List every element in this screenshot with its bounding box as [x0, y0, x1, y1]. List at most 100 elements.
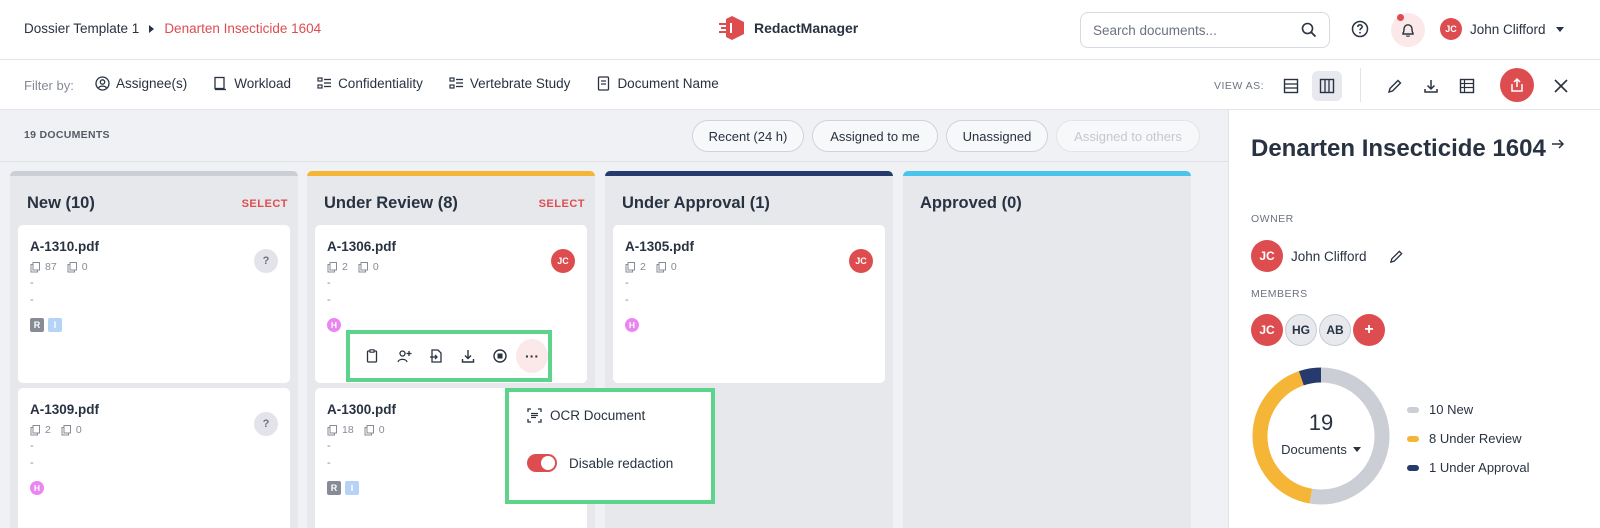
edit-dossier-button[interactable]: [1380, 71, 1410, 101]
search-box: [1080, 12, 1330, 48]
select-button[interactable]: SELECT: [242, 198, 288, 210]
tags: H: [30, 481, 44, 495]
download-button[interactable]: [1416, 71, 1446, 101]
document-card[interactable]: A-1305.pdf 2 0 - - JC H: [613, 225, 885, 383]
unassigned-badge[interactable]: ?: [254, 412, 278, 436]
breadcrumb-template[interactable]: Dossier Template 1: [24, 21, 139, 36]
notifications-button[interactable]: [1391, 13, 1425, 47]
disable-redaction-toggle[interactable]: [527, 454, 557, 472]
notification-dot: [1397, 14, 1404, 21]
member-avatar[interactable]: JC: [1251, 314, 1283, 346]
filter-vertebrate-study[interactable]: Vertebrate Study: [449, 76, 570, 91]
spreadsheet-button[interactable]: [1452, 71, 1482, 101]
clipboard-button[interactable]: [356, 339, 388, 373]
pencil-icon: [1387, 78, 1403, 94]
document-stats: 18 0: [327, 424, 395, 436]
bell-icon: [1400, 22, 1416, 38]
share-icon: [1509, 77, 1525, 93]
top-bar: Dossier Template 1 Denarten Insecticide …: [0, 0, 1600, 60]
board-view-button[interactable]: [1312, 71, 1342, 101]
document-name: A-1310.pdf: [30, 239, 100, 254]
annotations-icon: [656, 261, 667, 273]
placeholder-dash: -: [327, 277, 331, 289]
filter-assignee[interactable]: Assignee(s): [95, 76, 187, 91]
stop-icon: [493, 349, 507, 363]
tag-redacted: R: [30, 318, 44, 332]
close-icon: [1553, 78, 1569, 94]
stop-button[interactable]: [484, 339, 516, 373]
annotation-count: 0: [378, 424, 385, 436]
document-stats: 2 0: [625, 261, 687, 273]
quick-filter-unassigned[interactable]: Unassigned: [946, 120, 1048, 152]
assignee-avatar[interactable]: JC: [849, 249, 873, 273]
columns-icon: [1319, 78, 1335, 94]
pencil-icon[interactable]: [1389, 249, 1404, 264]
document-card[interactable]: A-1309.pdf 2 0 - - ? H: [18, 388, 290, 528]
legend-label: 1 Under Approval: [1429, 460, 1530, 475]
page-count: 87: [45, 261, 57, 273]
annotations-icon: [358, 261, 369, 273]
placeholder-dash: -: [625, 294, 629, 306]
filter-confidentiality[interactable]: Confidentiality: [317, 76, 423, 91]
legend-item[interactable]: 8 Under Review: [1407, 424, 1529, 453]
more-actions-button[interactable]: ···: [516, 339, 548, 373]
assignee-avatar[interactable]: JC: [551, 249, 575, 273]
quick-filter-recent[interactable]: Recent (24 h): [692, 120, 804, 152]
quick-filter-assigned-to-others[interactable]: Assigned to others: [1056, 120, 1200, 152]
legend-item[interactable]: 10 New: [1407, 395, 1529, 424]
tag-redacted: R: [327, 481, 341, 495]
brand-logo[interactable]: RedactManager: [718, 14, 858, 42]
add-user-icon: [396, 349, 412, 363]
quick-filter-assigned-to-me[interactable]: Assigned to me: [812, 120, 938, 152]
clipboard-icon: [365, 349, 379, 363]
member-avatar[interactable]: AB: [1319, 314, 1351, 346]
list-view-button[interactable]: [1276, 71, 1306, 101]
document-name: A-1305.pdf: [625, 239, 695, 254]
close-button[interactable]: [1546, 71, 1576, 101]
document-card[interactable]: A-1310.pdf 87 0 - - ? R I: [18, 225, 290, 383]
breadcrumb-dossier[interactable]: Denarten Insecticide 1604: [164, 21, 321, 36]
assign-button[interactable]: [388, 339, 420, 373]
placeholder-dash: -: [327, 457, 331, 469]
menu-item-ocr[interactable]: OCR Document: [527, 408, 645, 423]
placeholder-dash: -: [327, 440, 331, 452]
menu-item-disable-redaction-label: Disable redaction: [569, 455, 674, 471]
annotation-count: 0: [75, 424, 82, 436]
annotation-count: 0: [372, 261, 379, 273]
owner-name: John Clifford: [1291, 248, 1367, 264]
column-title: Approved (0): [920, 194, 1022, 212]
download-document-button[interactable]: [452, 339, 484, 373]
donut-total: 19: [1308, 410, 1334, 435]
search-icon[interactable]: [1301, 22, 1317, 38]
tag-info: I: [345, 481, 359, 495]
filter-document-name[interactable]: Document Name: [596, 76, 719, 91]
download-icon: [1423, 78, 1439, 94]
legend-item[interactable]: 1 Under Approval: [1407, 453, 1529, 482]
move-document-button[interactable]: [420, 339, 452, 373]
help-icon[interactable]: [1351, 20, 1369, 38]
export-button[interactable]: [1500, 68, 1534, 102]
user-menu[interactable]: JC John Clifford: [1440, 18, 1564, 40]
avatar: JC: [1440, 18, 1462, 40]
donut-label[interactable]: Documents: [1251, 442, 1391, 457]
more-actions-menu: OCR Document Disable redaction: [505, 388, 715, 504]
select-button[interactable]: SELECT: [539, 198, 585, 210]
filter-workload-label: Workload: [234, 76, 292, 91]
filter-workload[interactable]: Workload: [213, 76, 291, 91]
legend-label: 10 New: [1429, 402, 1474, 417]
document-stats: 2 0: [30, 424, 92, 436]
menu-item-disable-redaction[interactable]: Disable redaction: [527, 454, 673, 472]
arrow-right-icon[interactable]: [1551, 138, 1565, 150]
unassigned-badge[interactable]: ?: [254, 249, 278, 273]
member-avatar[interactable]: HG: [1285, 314, 1317, 346]
download-icon: [461, 349, 475, 363]
page-count: 2: [640, 261, 646, 273]
search-input[interactable]: [1093, 22, 1301, 38]
add-member-button[interactable]: +: [1353, 314, 1385, 346]
page-count: 2: [342, 261, 348, 273]
column-approved: Approved (0): [903, 171, 1191, 528]
breadcrumb-arrow-icon: [149, 24, 155, 33]
column-title: New (10): [27, 194, 95, 212]
donut-label-text: Documents: [1281, 442, 1347, 457]
filter-confidentiality-label: Confidentiality: [338, 76, 423, 91]
